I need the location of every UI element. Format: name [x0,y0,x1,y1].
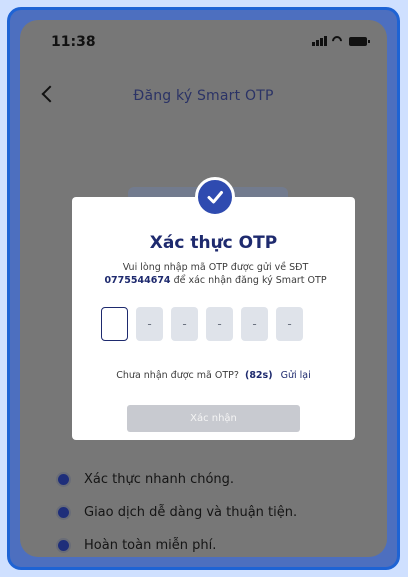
feature-item: Giao dịch dễ dàng và thuận tiện. [58,505,297,520]
dialog-title: Xác thực OTP [149,233,278,253]
bullet-icon [58,474,69,485]
resend-link[interactable]: Gửi lại [281,370,311,381]
otp-digit-input[interactable] [101,307,128,341]
otp-digit-input[interactable]: - [206,307,233,341]
feature-label: Xác thực nhanh chóng. [84,472,235,487]
bullet-icon [58,507,69,518]
bullet-icon [58,540,69,551]
feature-item: Xác thực nhanh chóng. [58,472,234,487]
otp-digit-input[interactable]: - [136,307,163,341]
countdown-timer: (82s) [244,370,273,381]
resend-row: Chưa nhận được mã OTP? (82s) Gửi lại [72,370,355,381]
page-title: Đăng ký Smart OTP [133,88,274,104]
signal-icon [312,36,327,46]
checkmark-icon [207,191,223,204]
otp-digit-input[interactable]: - [171,307,198,341]
nav-bar: Đăng ký Smart OTP [20,80,387,110]
battery-icon [349,36,370,46]
status-icons [312,36,370,46]
feature-label: Giao dịch dễ dàng và thuận tiện. [84,505,298,520]
resend-prompt: Chưa nhận được mã OTP? [116,370,239,381]
otp-digit-input[interactable]: - [276,307,303,341]
status-time: 11:38 [51,34,96,50]
feature-label: Hoàn toàn miễn phí. [84,538,217,553]
otp-input-row: - - - - - [101,307,303,341]
check-badge-icon [195,177,235,217]
status-bar: 11:38 [20,20,387,56]
wifi-icon [331,36,345,46]
message-line: Vui lòng nhập mã OTP được gửi về SĐT [122,262,309,273]
screenshot-frame: 11:38 Đăng ký Smart OTP Xác thực nhanh c… [7,7,400,570]
phone-number: 0775544674 [104,275,171,286]
otp-dialog: Xác thực OTP Vui lòng nhập mã OTP được g… [72,197,355,440]
message-suffix: để xác nhận đăng ký Smart OTP [170,275,327,286]
confirm-button[interactable]: Xác nhận [127,405,300,432]
feature-item: Hoàn toàn miễn phí. [58,538,216,553]
otp-digit-input[interactable]: - [241,307,268,341]
dialog-message: Vui lòng nhập mã OTP được gửi về SĐT 077… [86,261,345,287]
